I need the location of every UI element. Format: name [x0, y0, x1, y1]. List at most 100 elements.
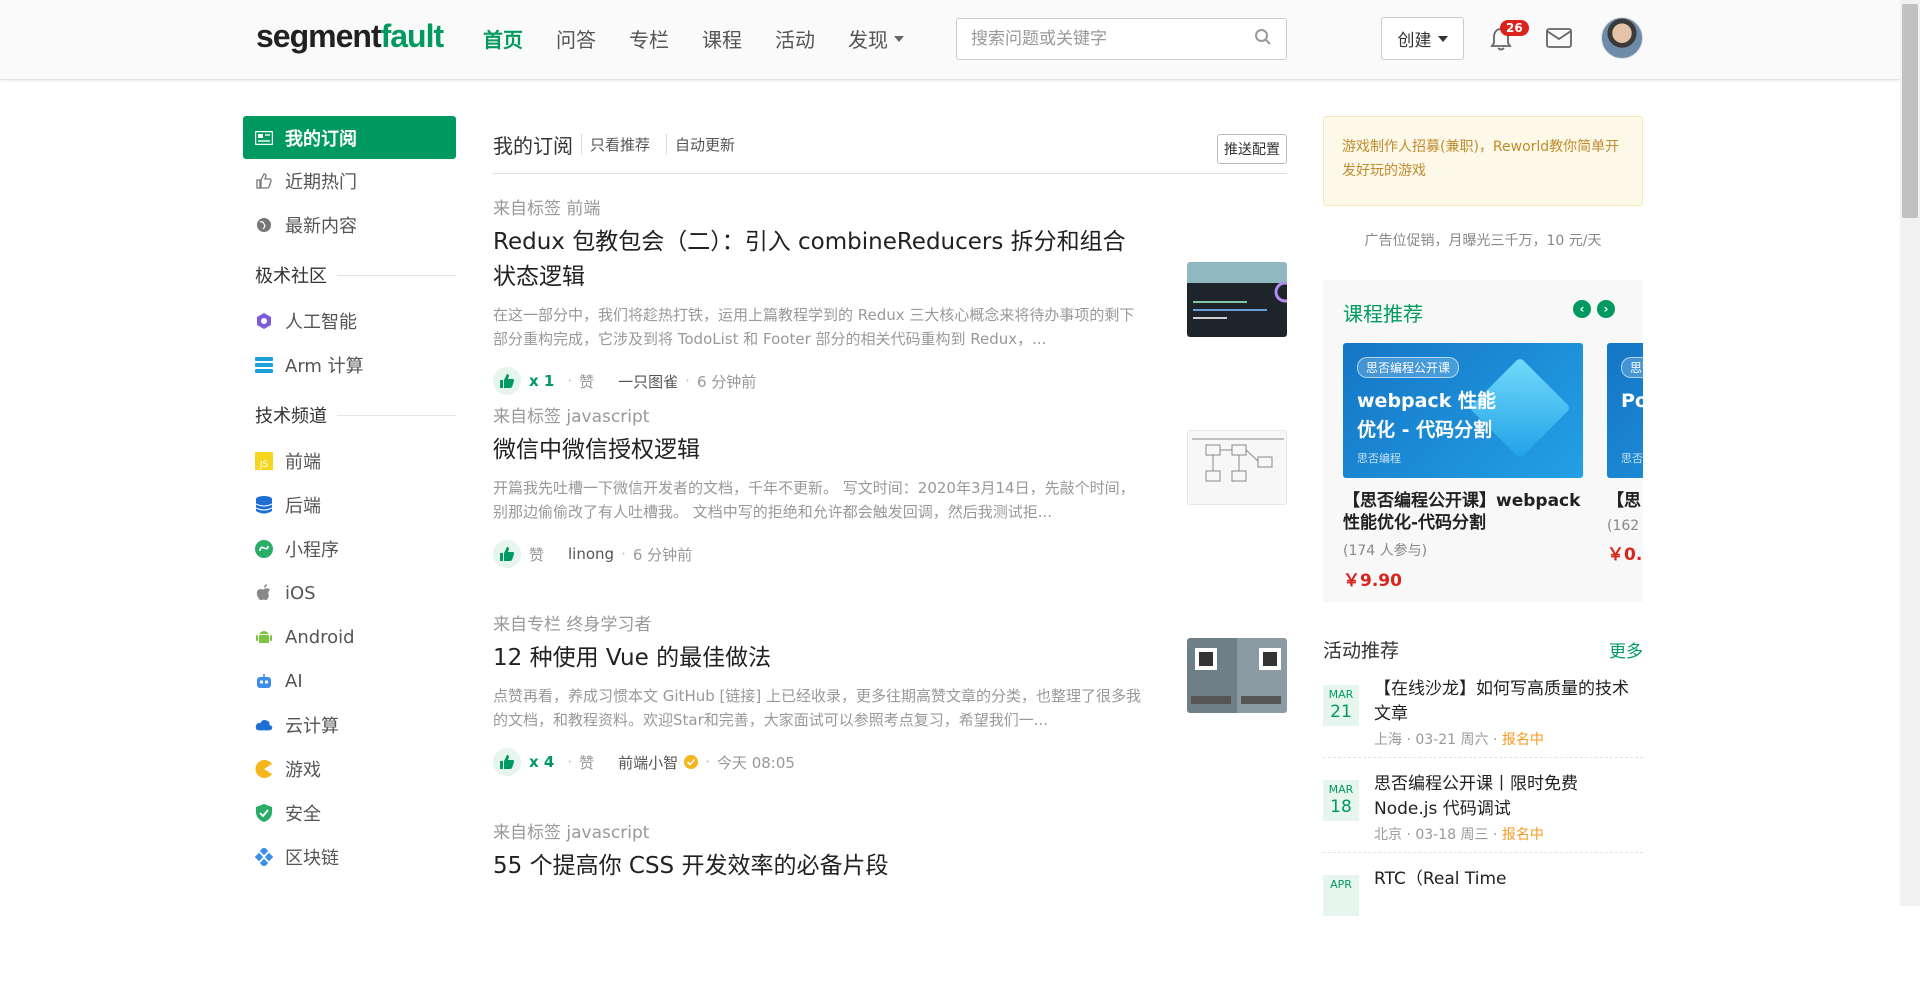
nav-item-column[interactable]: 专栏 [629, 24, 669, 53]
apple-icon [255, 584, 273, 602]
search-input[interactable] [971, 29, 1254, 49]
game-icon [255, 760, 273, 778]
search-icon[interactable] [1254, 28, 1272, 50]
nav-item-course[interactable]: 课程 [702, 24, 742, 53]
course-name[interactable]: 【思否编程公开课】webpack性能优化-代码分割 [1343, 490, 1583, 534]
course-cover[interactable]: 思否编程公开课 webpack 性能优化 - 代码分割 思否编程 [1343, 343, 1583, 478]
ad-banner[interactable]: 游戏制作人招募(兼职)，Reworld教你简单开发好玩的游戏 [1323, 116, 1643, 206]
filter-auto-update[interactable]: 自动更新 [666, 134, 743, 155]
event-status: 报名中 [1501, 827, 1544, 843]
course-card[interactable]: 思否编程公开课 webpack 性能优化 - 代码分割 思否编程 【思否编程公开… [1343, 343, 1583, 591]
mail-icon[interactable] [1546, 28, 1572, 52]
create-button[interactable]: 创建 [1381, 17, 1464, 60]
article-thumbnail[interactable] [1187, 262, 1287, 337]
article-source[interactable]: 来自专栏 终身学习者 [493, 610, 1287, 635]
verified-icon [684, 755, 699, 769]
sidebar-item-security[interactable]: 安全 [243, 791, 456, 835]
sidebar-item-latest[interactable]: 最新内容 [243, 203, 456, 247]
filter-recommended[interactable]: 只看推荐 [581, 134, 658, 155]
scrollbar-thumb[interactable] [1902, 4, 1918, 218]
article-source[interactable]: 来自标签 javascript [493, 402, 1287, 427]
event-date-badge: MAR 18 [1323, 780, 1359, 821]
article-thumbnail[interactable] [1187, 430, 1287, 505]
sidebar-item-label: Arm 计算 [285, 356, 364, 377]
sidebar-item-label: Android [285, 626, 355, 648]
article-item: 来自专栏 终身学习者 12 种使用 Vue 的最佳做法 点赞再看，养成习惯本文 … [493, 590, 1287, 798]
sidebar-item-subscription[interactable]: 我的订阅 [243, 116, 456, 159]
course-price: ￥9.90 [1343, 571, 1402, 591]
sidebar-item-ios[interactable]: iOS [243, 571, 456, 615]
course-price: ￥0. [1607, 545, 1643, 565]
sidebar-item-miniprogram[interactable]: 小程序 [243, 527, 456, 571]
event-date-badge: APR [1323, 875, 1359, 916]
article-title[interactable]: 微信中微信授权逻辑 [493, 433, 1143, 468]
sidebar-item-label: AI [285, 670, 303, 692]
event-month: MAR [1328, 688, 1354, 701]
event-item[interactable]: APR RTC（Real Time [1323, 853, 1643, 924]
sidebar-item-game[interactable]: 游戏 [243, 747, 456, 791]
sidebar-item-frontend[interactable]: JS 前端 [243, 439, 456, 483]
article-meta: x 4 · 赞 前端小智 · 今天 08:05 [493, 748, 1287, 776]
nav-item-discover-label: 发现 [848, 28, 888, 52]
sidebar-item-cloud[interactable]: 云计算 [243, 703, 456, 747]
course-name[interactable]: 【思 Pos [1607, 490, 1643, 512]
events-more-link[interactable]: 更多 [1609, 637, 1643, 662]
event-title[interactable]: 【在线沙龙】如何写高质量的技术文章 [1374, 677, 1643, 727]
carousel-next-icon[interactable]: › [1597, 300, 1615, 318]
course-cover-title: Po 新 [1621, 390, 1643, 412]
course-tag: 思否编程公开课 [1621, 357, 1643, 378]
nav-item-qa[interactable]: 问答 [556, 24, 596, 53]
like-button[interactable] [493, 540, 521, 568]
event-item[interactable]: MAR 18 思否编程公开课丨限时免费 Node.js 代码调试 北京 · 03-… [1323, 758, 1643, 853]
article-author[interactable]: linong [568, 545, 614, 563]
site-logo[interactable]: segmentfault [256, 18, 444, 55]
sidebar-item-ai-community[interactable]: 人工智能 [243, 299, 456, 343]
server-icon [255, 356, 273, 374]
mini-program-icon [255, 540, 273, 558]
course-card[interactable]: 思否编程公开课 Po 新 思否编程 【思 Pos (162 ￥0. [1607, 343, 1643, 591]
event-title[interactable]: RTC（Real Time [1374, 867, 1507, 892]
ad-text: 游戏制作人招募(兼职)，Reworld教你简单开发好玩的游戏 [1342, 139, 1620, 179]
event-title[interactable]: 思否编程公开课丨限时免费 Node.js 代码调试 [1374, 772, 1643, 822]
push-config-button[interactable]: 推送配置 [1217, 134, 1287, 164]
cloud-icon [255, 716, 273, 734]
article-title[interactable]: 12 种使用 Vue 的最佳做法 [493, 641, 1143, 676]
course-carousel: 思否编程公开课 webpack 性能优化 - 代码分割 思否编程 【思否编程公开… [1343, 343, 1643, 591]
article-thumbnail[interactable] [1187, 638, 1287, 713]
like-button[interactable] [493, 748, 521, 776]
sidebar-item-backend[interactable]: 后端 [243, 483, 456, 527]
article-author[interactable]: 前端小智 [618, 752, 678, 773]
article-item: 来自标签 javascript 微信中微信授权逻辑 开篇我先吐槽一下微信开发者的… [493, 382, 1287, 590]
course-brand: 思否编程 [1621, 452, 1643, 465]
article-source[interactable]: 来自标签 javascript [493, 818, 1287, 843]
nav-item-discover[interactable]: 发现 [848, 24, 904, 53]
nav-item-home[interactable]: 首页 [483, 24, 523, 53]
nav-item-event[interactable]: 活动 [775, 24, 815, 53]
sidebar-item-android[interactable]: Android [243, 615, 456, 659]
course-carousel-controls: ‹ › [1573, 300, 1615, 318]
sidebar-item-arm[interactable]: Arm 计算 [243, 343, 456, 387]
sidebar-item-hot[interactable]: 近期热门 [243, 159, 456, 203]
event-meta: 上海 · 03-21 周六 · 报名中 [1374, 732, 1544, 748]
ai-icon [255, 312, 273, 330]
event-city: 上海 [1374, 732, 1402, 748]
article-time: 6 分钟前 [632, 545, 693, 564]
divider [337, 414, 456, 416]
search-box [956, 18, 1287, 60]
event-date-badge: MAR 21 [1323, 685, 1359, 726]
sidebar-item-label: 近期热门 [285, 172, 357, 193]
user-avatar[interactable] [1601, 17, 1643, 59]
page-scrollbar[interactable] [1900, 0, 1920, 906]
ad-promo-note[interactable]: 广告位促销，月曝光三千万，10 元/天 [1323, 230, 1643, 274]
sidebar-item-blockchain[interactable]: 区块链 [243, 835, 456, 879]
sidebar-item-ai[interactable]: AI [243, 659, 456, 703]
article-excerpt: 在这一部分中，我们将趁热打铁，运用上篇教程学到的 Redux 三大核心概念来将待… [493, 306, 1135, 348]
carousel-prev-icon[interactable]: ‹ [1573, 300, 1591, 318]
event-item[interactable]: MAR 21 【在线沙龙】如何写高质量的技术文章 上海 · 03-21 周六 · … [1323, 663, 1643, 758]
article-title[interactable]: Redux 包教包会（二）：引入 combineReducers 拆分和组合状态… [493, 225, 1143, 295]
robot-icon [255, 672, 273, 690]
article-title[interactable]: 55 个提高你 CSS 开发效率的必备片段 [493, 849, 1143, 884]
course-cover[interactable]: 思否编程公开课 Po 新 思否编程 [1607, 343, 1643, 478]
article-source[interactable]: 来自标签 前端 [493, 194, 1287, 219]
sidebar-heading-label: 极术社区 [255, 266, 327, 287]
